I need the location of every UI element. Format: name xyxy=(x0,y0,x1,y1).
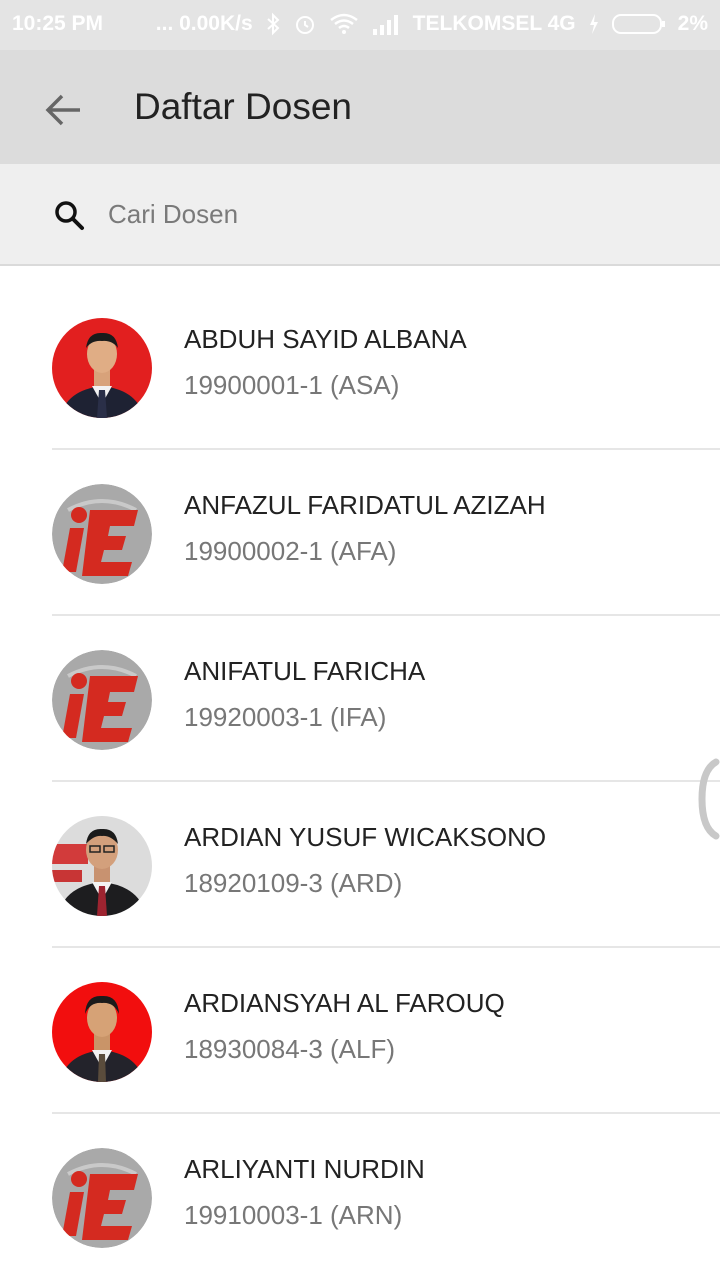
alarm-icon xyxy=(293,12,317,36)
back-button[interactable] xyxy=(36,82,92,138)
list-item[interactable]: ANIFATUL FARICHA 19920003-1 (IFA) xyxy=(0,616,720,782)
wifi-icon xyxy=(329,12,359,36)
lecturer-name: ARLIYANTI NURDIN xyxy=(184,1154,425,1184)
charging-icon xyxy=(588,13,600,35)
search-icon xyxy=(55,201,84,230)
lecturer-id: 19900001-1 (ASA) xyxy=(184,370,400,400)
list-item[interactable]: ANFAZUL FARIDATUL AZIZAH 19900002-1 (AFA… xyxy=(0,450,720,616)
person-photo-icon xyxy=(52,318,152,418)
lecturer-name: ARDIAN YUSUF WICAKSONO xyxy=(184,822,547,852)
carrier-name: TELKOMSEL 4G xyxy=(412,12,576,35)
avatar xyxy=(52,484,152,584)
lecturer-id: 19910003-1 (ARN) xyxy=(184,1200,403,1230)
scroll-handle[interactable] xyxy=(698,758,720,840)
lecturer-name: ANIFATUL FARICHA xyxy=(184,656,426,686)
list-item[interactable]: ARDIAN YUSUF WICAKSONO 18920109-3 (ARD) xyxy=(0,782,720,948)
logo-icon xyxy=(52,484,152,584)
list-item[interactable]: ABDUH SAYID ALBANA 19900001-1 (ASA) xyxy=(0,284,720,450)
logo-icon xyxy=(52,1148,152,1248)
lecturer-list: ABDUH SAYID ALBANA 19900001-1 (ASA) ANFA… xyxy=(0,284,720,1280)
lecturer-name: ABDUH SAYID ALBANA xyxy=(184,324,467,354)
lecturer-id: 19900002-1 (AFA) xyxy=(184,536,397,566)
lecturer-id: 19920003-1 (IFA) xyxy=(184,702,387,732)
lecturer-id: 18920109-3 (ARD) xyxy=(184,868,403,898)
page-title: Daftar Dosen xyxy=(134,86,352,127)
battery-level: 2% xyxy=(677,12,708,35)
person-photo-icon xyxy=(52,982,152,1082)
avatar xyxy=(52,318,152,418)
avatar xyxy=(52,816,152,916)
person-photo-icon xyxy=(52,816,152,916)
status-time: 10:25 PM xyxy=(12,12,104,35)
logo-icon xyxy=(52,650,152,750)
battery-icon xyxy=(611,13,666,35)
avatar xyxy=(52,1148,152,1248)
signal-icon xyxy=(371,13,401,35)
bluetooth-icon xyxy=(265,12,281,36)
status-bar: 10:25 PM ... 0.00K/s TELKOMSEL 4G 2% xyxy=(0,0,720,50)
arrow-left-icon xyxy=(45,94,80,126)
search-input[interactable] xyxy=(108,192,668,236)
avatar xyxy=(52,650,152,750)
app-bar: Daftar Dosen xyxy=(0,50,720,164)
search-bar xyxy=(0,164,720,266)
lecturer-name: ANFAZUL FARIDATUL AZIZAH xyxy=(184,490,546,520)
net-speed: ... 0.00K/s xyxy=(155,12,253,35)
lecturer-name: ARDIANSYAH AL FAROUQ xyxy=(184,988,505,1018)
list-item[interactable]: ARDIANSYAH AL FAROUQ 18930084-3 (ALF) xyxy=(0,948,720,1114)
avatar xyxy=(52,982,152,1082)
list-item[interactable]: ARLIYANTI NURDIN 19910003-1 (ARN) xyxy=(0,1114,720,1280)
lecturer-id: 18930084-3 (ALF) xyxy=(184,1034,396,1064)
